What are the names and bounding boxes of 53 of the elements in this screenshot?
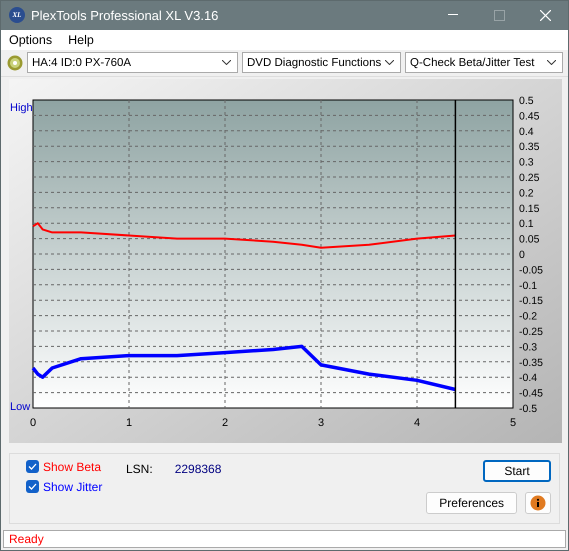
x-tick-label: 5 <box>510 416 516 429</box>
disc-icon <box>7 54 23 71</box>
y-tick-label: -0.35 <box>519 356 543 368</box>
y-tick-label: -0.05 <box>519 264 543 276</box>
category-dropdown[interactable]: DVD Diagnostic Functions <box>242 52 401 74</box>
preferences-button[interactable]: Preferences <box>426 492 517 514</box>
menu-item[interactable]: Help <box>60 32 102 47</box>
checkbox[interactable] <box>26 460 39 474</box>
high-label: High <box>10 102 33 114</box>
x-tick-label: 0 <box>30 416 36 429</box>
caret-icon <box>547 60 556 66</box>
x-tick-label: 3 <box>318 416 324 429</box>
y-tick-label: 0.45 <box>519 110 540 122</box>
y-tick-label: -0.1 <box>519 279 538 292</box>
y-tick-label: 0.15 <box>519 202 540 214</box>
maximize-icon <box>494 10 504 21</box>
y-tick-label: -0.2 <box>519 310 538 322</box>
x-tick-label: 1 <box>126 416 132 429</box>
minimize-icon[interactable] <box>448 14 458 16</box>
y-tick-label: -0.3 <box>519 341 538 354</box>
y-tick-label: 0.5 <box>519 94 534 107</box>
low-label: Low <box>10 400 30 413</box>
x-tick-label: 4 <box>414 416 420 429</box>
x-tick-label: 2 <box>222 416 228 429</box>
drive-dropdown[interactable]: HA:4 ID:0 PX-760A <box>27 52 238 74</box>
y-tick-label: 0.3 <box>519 156 534 168</box>
y-tick-label: 0 <box>519 248 525 261</box>
y-tick-label: 0.4 <box>519 125 534 138</box>
y-tick-label: 0.05 <box>519 233 540 246</box>
y-tick-label: -0.4 <box>519 372 538 384</box>
test-dropdown[interactable]: Q-Check Beta/Jitter Test <box>405 52 563 74</box>
y-tick-label: 0.25 <box>519 172 540 184</box>
y-tick-label: -0.15 <box>519 294 543 307</box>
caret-icon <box>222 60 231 66</box>
status-text: Ready <box>9 532 44 546</box>
window-title: PlexTools Professional XL V3.16 <box>31 8 220 23</box>
checkbox-label: Show Jitter <box>43 480 102 494</box>
menu-item[interactable]: Options <box>1 32 60 47</box>
caret-icon <box>385 60 394 66</box>
y-tick-label: -0.45 <box>519 387 543 400</box>
lsn-label: LSN: <box>126 462 153 478</box>
info-button[interactable] <box>525 492 551 514</box>
y-tick-label: -0.25 <box>519 326 543 338</box>
checkbox-label: Show Beta <box>43 460 102 474</box>
close-icon[interactable] <box>540 10 550 21</box>
info-icon <box>530 494 546 511</box>
y-tick-label: -0.5 <box>519 402 538 415</box>
y-tick-label: 0.35 <box>519 140 540 153</box>
y-tick-label: 0.2 <box>519 187 534 200</box>
start-button[interactable]: Start <box>483 460 551 482</box>
lsn-value: 2298368 <box>174 462 222 478</box>
y-tick-label: 0.1 <box>519 218 534 230</box>
checkbox[interactable] <box>26 480 39 494</box>
